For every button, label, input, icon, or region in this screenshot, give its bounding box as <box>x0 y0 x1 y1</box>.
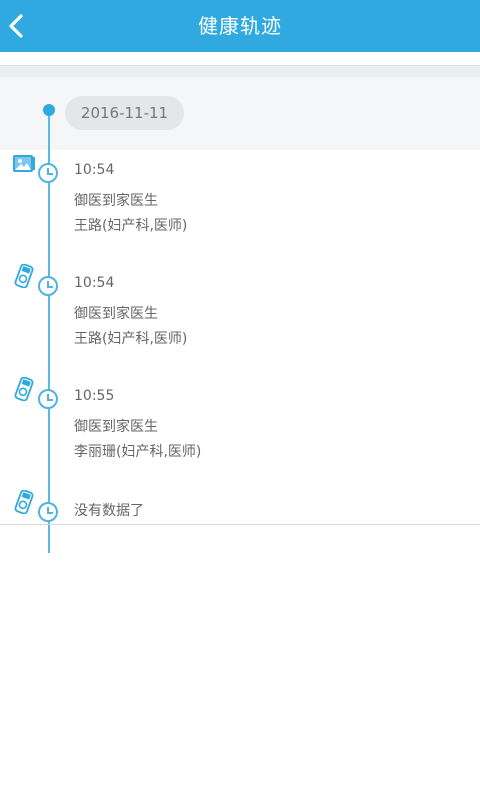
entry-doctor: 李丽珊(妇产科,医师) <box>74 444 202 460</box>
entry-doctor: 王路(妇产科,医师) <box>74 331 188 347</box>
date-badge: 2016-11-11 <box>65 96 184 130</box>
device-icon <box>14 264 34 288</box>
entry-time: 10:54 <box>74 275 115 291</box>
device-icon <box>14 377 34 401</box>
clock-icon <box>38 389 58 409</box>
entry-source: 御医到家医生 <box>74 193 158 209</box>
image-icon <box>13 155 35 172</box>
no-more-data-text: 没有数据了 <box>74 503 144 519</box>
clock-icon <box>38 276 58 296</box>
entry-source: 御医到家医生 <box>74 306 158 322</box>
page-title: 健康轨迹 <box>198 14 282 38</box>
entry-time: 10:55 <box>74 388 115 404</box>
top-bar: 健康轨迹 <box>0 0 480 52</box>
divider <box>0 524 480 525</box>
entry-doctor: 王路(妇产科,医师) <box>74 218 188 234</box>
clock-icon <box>38 163 58 183</box>
entry-time: 10:54 <box>74 162 115 178</box>
timeline-start-dot <box>43 104 55 116</box>
entry-source: 御医到家医生 <box>74 419 158 435</box>
device-icon <box>14 490 34 514</box>
clock-icon <box>38 502 58 522</box>
spacer <box>0 52 480 65</box>
